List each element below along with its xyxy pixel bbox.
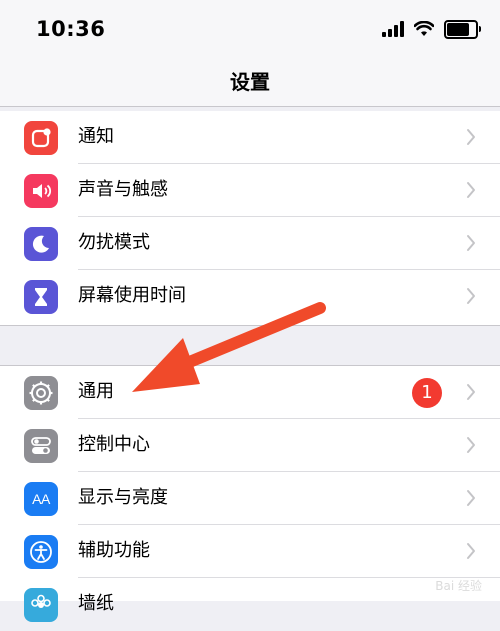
settings-row-sounds[interactable]: 声音与触感 [0, 164, 500, 217]
chevron-right-icon [467, 384, 475, 400]
settings-group-1: 通知 声音与触感 勿扰模式 屏幕使用时间 [0, 111, 500, 326]
hourglass-icon [24, 280, 58, 314]
settings-row-label: 辅助功能 [78, 540, 150, 561]
settings-row-label: 声音与触感 [78, 179, 168, 200]
page-title: 设置 [230, 70, 270, 94]
settings-row-accessibility[interactable]: 辅助功能 [0, 525, 500, 578]
watermark: Bai 经验 [435, 579, 482, 593]
chevron-right-icon [467, 437, 475, 453]
chevron-right-icon [467, 235, 475, 251]
settings-row-label: 控制中心 [78, 434, 150, 455]
chevron-right-icon [467, 129, 475, 145]
wallpaper-icon [24, 588, 58, 622]
chevron-right-icon [467, 288, 475, 304]
wifi-icon [414, 21, 434, 36]
battery-icon [444, 19, 481, 39]
chevron-right-icon [467, 182, 475, 198]
status-icons [382, 18, 481, 40]
settings-group-2: 通用 1 控制中心 AA 显示与亮度 辅助功能 墙纸 [0, 365, 500, 622]
aa-text-glyph: AA [32, 491, 50, 507]
navigation-bar: 设置 [0, 56, 500, 107]
chevron-right-icon [467, 543, 475, 559]
settings-row-label: 墙纸 [78, 593, 114, 614]
settings-row-screen-time[interactable]: 屏幕使用时间 [0, 270, 500, 323]
settings-row-display-brightness[interactable]: AA 显示与亮度 [0, 472, 500, 525]
status-bar: 10:36 [0, 0, 500, 56]
cellular-signal-icon [382, 21, 404, 37]
settings-row-label: 通用 [78, 381, 114, 402]
accessibility-icon [24, 535, 58, 569]
settings-row-label: 通知 [78, 126, 114, 147]
settings-row-label: 勿扰模式 [78, 232, 150, 253]
settings-row-wallpaper[interactable]: 墙纸 [0, 578, 500, 631]
settings-row-label: 屏幕使用时间 [78, 285, 186, 306]
chevron-right-icon [467, 490, 475, 506]
settings-row-do-not-disturb[interactable]: 勿扰模式 [0, 217, 500, 270]
speaker-icon [24, 174, 58, 208]
moon-icon [24, 227, 58, 261]
gear-icon [24, 376, 58, 410]
aa-text-icon: AA [24, 482, 58, 516]
settings-row-label: 显示与亮度 [78, 487, 168, 508]
notifications-icon [24, 121, 58, 155]
notification-badge: 1 [412, 378, 442, 408]
status-time: 10:36 [36, 17, 106, 41]
settings-row-notifications[interactable]: 通知 [0, 111, 500, 164]
toggles-icon [24, 429, 58, 463]
settings-row-control-center[interactable]: 控制中心 [0, 419, 500, 472]
settings-row-general[interactable]: 通用 1 [0, 366, 500, 419]
